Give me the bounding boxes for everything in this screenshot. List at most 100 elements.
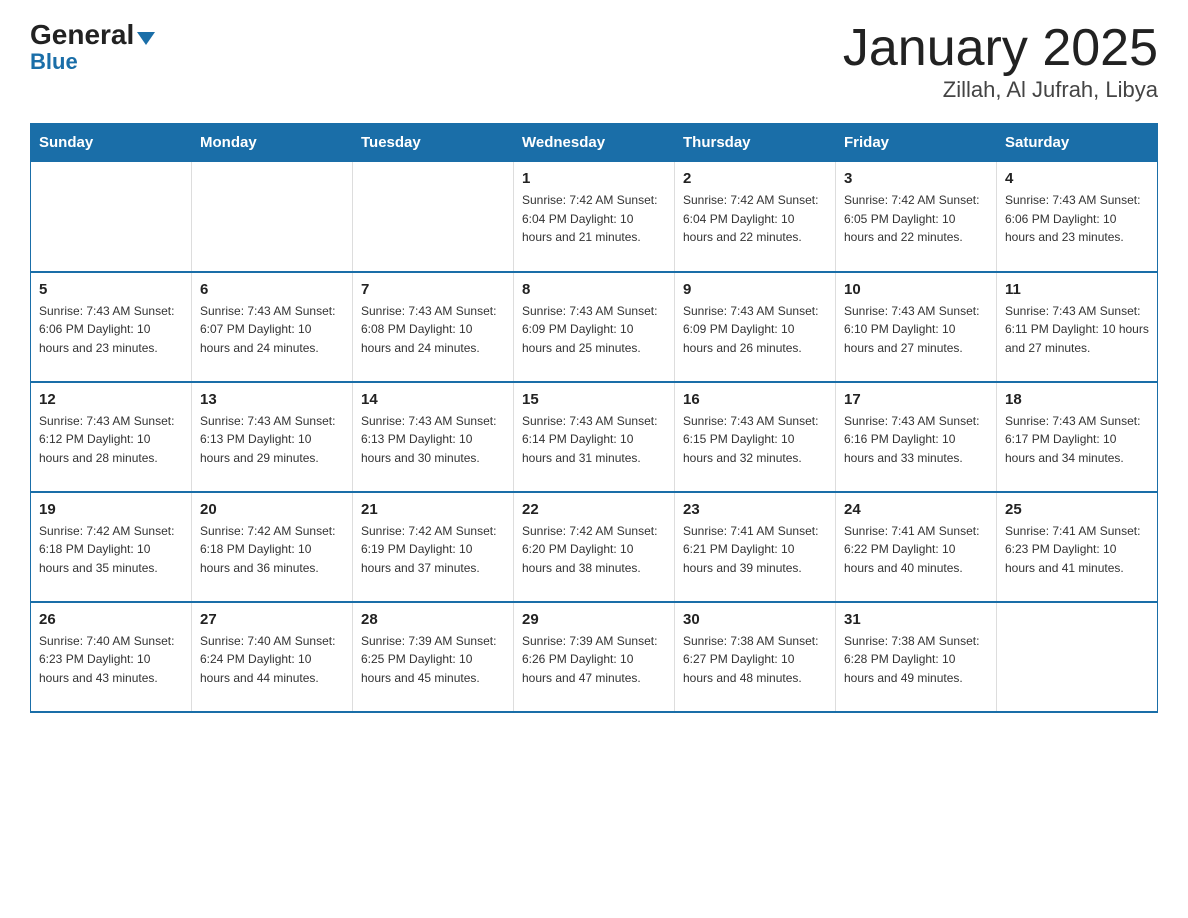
calendar-cell: 25 Sunrise: 7:41 AM Sunset: 6:23 PM Dayli… xyxy=(997,492,1158,602)
day-number: 5 xyxy=(39,281,183,298)
calendar-cell: 23 Sunrise: 7:41 AM Sunset: 6:21 PM Dayli… xyxy=(675,492,836,602)
day-info: Sunrise: 7:43 AM Sunset: 6:06 PM Dayligh… xyxy=(1005,191,1149,247)
day-info: Sunrise: 7:40 AM Sunset: 6:24 PM Dayligh… xyxy=(200,632,344,688)
day-number: 21 xyxy=(361,501,505,518)
day-number: 15 xyxy=(522,391,666,408)
logo-triangle-icon xyxy=(137,32,155,45)
day-info: Sunrise: 7:43 AM Sunset: 6:12 PM Dayligh… xyxy=(39,412,183,468)
day-number: 10 xyxy=(844,281,988,298)
day-info: Sunrise: 7:42 AM Sunset: 6:18 PM Dayligh… xyxy=(39,522,183,578)
day-info: Sunrise: 7:39 AM Sunset: 6:26 PM Dayligh… xyxy=(522,632,666,688)
calendar-cell: 10 Sunrise: 7:43 AM Sunset: 6:10 PM Dayli… xyxy=(836,272,997,382)
calendar-cell: 13Sunrise: 7:43 AM Sunset: 6:13 PM Dayli… xyxy=(192,382,353,492)
day-number: 28 xyxy=(361,611,505,628)
calendar-cell: 7Sunrise: 7:43 AM Sunset: 6:08 PM Daylig… xyxy=(353,272,514,382)
calendar-cell: 18 Sunrise: 7:43 AM Sunset: 6:17 PM Dayli… xyxy=(997,382,1158,492)
header-cell-tuesday: Tuesday xyxy=(353,124,514,162)
day-number: 17 xyxy=(844,391,988,408)
calendar-cell: 27 Sunrise: 7:40 AM Sunset: 6:24 PM Dayli… xyxy=(192,602,353,712)
calendar-cell: 12 Sunrise: 7:43 AM Sunset: 6:12 PM Dayli… xyxy=(31,382,192,492)
calendar-cell: 4 Sunrise: 7:43 AM Sunset: 6:06 PM Daylig… xyxy=(997,162,1158,272)
calendar-cell: 19 Sunrise: 7:42 AM Sunset: 6:18 PM Dayli… xyxy=(31,492,192,602)
calendar-cell: 22Sunrise: 7:42 AM Sunset: 6:20 PM Dayli… xyxy=(514,492,675,602)
day-number: 8 xyxy=(522,281,666,298)
calendar-cell: 30 Sunrise: 7:38 AM Sunset: 6:27 PM Dayli… xyxy=(675,602,836,712)
calendar-cell: 5Sunrise: 7:43 AM Sunset: 6:06 PM Daylig… xyxy=(31,272,192,382)
day-number: 1 xyxy=(522,170,666,187)
calendar-cell: 17Sunrise: 7:43 AM Sunset: 6:16 PM Dayli… xyxy=(836,382,997,492)
day-info: Sunrise: 7:43 AM Sunset: 6:08 PM Dayligh… xyxy=(361,302,505,358)
day-number: 20 xyxy=(200,501,344,518)
calendar-row: 1 Sunrise: 7:42 AM Sunset: 6:04 PM Daylig… xyxy=(31,162,1158,272)
day-info: Sunrise: 7:42 AM Sunset: 6:05 PM Dayligh… xyxy=(844,191,988,247)
header-cell-sunday: Sunday xyxy=(31,124,192,162)
day-number: 26 xyxy=(39,611,183,628)
calendar-cell xyxy=(353,162,514,272)
calendar-cell xyxy=(192,162,353,272)
day-info: Sunrise: 7:43 AM Sunset: 6:09 PM Dayligh… xyxy=(683,302,827,358)
day-number: 30 xyxy=(683,611,827,628)
day-number: 22 xyxy=(522,501,666,518)
calendar-cell: 11 Sunrise: 7:43 AM Sunset: 6:11 PM Dayli… xyxy=(997,272,1158,382)
calendar-cell: 15 Sunrise: 7:43 AM Sunset: 6:14 PM Dayli… xyxy=(514,382,675,492)
day-info: Sunrise: 7:43 AM Sunset: 6:17 PM Dayligh… xyxy=(1005,412,1149,468)
day-info: Sunrise: 7:39 AM Sunset: 6:25 PM Dayligh… xyxy=(361,632,505,688)
title-area: January 2025 Zillah, Al Jufrah, Libya xyxy=(843,20,1158,103)
day-info: Sunrise: 7:43 AM Sunset: 6:07 PM Dayligh… xyxy=(200,302,344,358)
calendar-cell: 8 Sunrise: 7:43 AM Sunset: 6:09 PM Daylig… xyxy=(514,272,675,382)
day-number: 27 xyxy=(200,611,344,628)
day-number: 31 xyxy=(844,611,988,628)
logo-blue-text: Blue xyxy=(30,51,155,73)
logo-general-text: General xyxy=(30,20,155,51)
calendar-row: 5Sunrise: 7:43 AM Sunset: 6:06 PM Daylig… xyxy=(31,272,1158,382)
page-title: January 2025 xyxy=(843,20,1158,77)
header-cell-thursday: Thursday xyxy=(675,124,836,162)
day-info: Sunrise: 7:43 AM Sunset: 6:09 PM Dayligh… xyxy=(522,302,666,358)
day-info: Sunrise: 7:43 AM Sunset: 6:10 PM Dayligh… xyxy=(844,302,988,358)
day-info: Sunrise: 7:41 AM Sunset: 6:23 PM Dayligh… xyxy=(1005,522,1149,578)
day-info: Sunrise: 7:43 AM Sunset: 6:11 PM Dayligh… xyxy=(1005,302,1149,358)
day-number: 4 xyxy=(1005,170,1149,187)
calendar-cell: 3Sunrise: 7:42 AM Sunset: 6:05 PM Daylig… xyxy=(836,162,997,272)
calendar-row: 26 Sunrise: 7:40 AM Sunset: 6:23 PM Dayli… xyxy=(31,602,1158,712)
calendar-cell: 24 Sunrise: 7:41 AM Sunset: 6:22 PM Dayli… xyxy=(836,492,997,602)
day-info: Sunrise: 7:43 AM Sunset: 6:15 PM Dayligh… xyxy=(683,412,827,468)
day-info: Sunrise: 7:41 AM Sunset: 6:22 PM Dayligh… xyxy=(844,522,988,578)
day-number: 9 xyxy=(683,281,827,298)
calendar-header: SundayMondayTuesdayWednesdayThursdayFrid… xyxy=(31,124,1158,162)
day-info: Sunrise: 7:42 AM Sunset: 6:04 PM Dayligh… xyxy=(683,191,827,247)
day-number: 19 xyxy=(39,501,183,518)
page-subtitle: Zillah, Al Jufrah, Libya xyxy=(843,77,1158,103)
day-number: 13 xyxy=(200,391,344,408)
calendar-cell: 26 Sunrise: 7:40 AM Sunset: 6:23 PM Dayli… xyxy=(31,602,192,712)
day-number: 23 xyxy=(683,501,827,518)
day-info: Sunrise: 7:40 AM Sunset: 6:23 PM Dayligh… xyxy=(39,632,183,688)
day-info: Sunrise: 7:38 AM Sunset: 6:28 PM Dayligh… xyxy=(844,632,988,688)
day-info: Sunrise: 7:41 AM Sunset: 6:21 PM Dayligh… xyxy=(683,522,827,578)
day-number: 12 xyxy=(39,391,183,408)
header-cell-saturday: Saturday xyxy=(997,124,1158,162)
calendar-cell: 31 Sunrise: 7:38 AM Sunset: 6:28 PM Dayli… xyxy=(836,602,997,712)
day-number: 18 xyxy=(1005,391,1149,408)
calendar-row: 19 Sunrise: 7:42 AM Sunset: 6:18 PM Dayli… xyxy=(31,492,1158,602)
calendar-body: 1 Sunrise: 7:42 AM Sunset: 6:04 PM Daylig… xyxy=(31,162,1158,712)
day-info: Sunrise: 7:42 AM Sunset: 6:18 PM Dayligh… xyxy=(200,522,344,578)
day-info: Sunrise: 7:38 AM Sunset: 6:27 PM Dayligh… xyxy=(683,632,827,688)
day-number: 6 xyxy=(200,281,344,298)
day-number: 11 xyxy=(1005,281,1149,298)
day-info: Sunrise: 7:43 AM Sunset: 6:14 PM Dayligh… xyxy=(522,412,666,468)
day-number: 14 xyxy=(361,391,505,408)
calendar-cell xyxy=(31,162,192,272)
header-cell-wednesday: Wednesday xyxy=(514,124,675,162)
calendar-cell: 2 Sunrise: 7:42 AM Sunset: 6:04 PM Daylig… xyxy=(675,162,836,272)
day-number: 24 xyxy=(844,501,988,518)
page-header: General Blue January 2025 Zillah, Al Juf… xyxy=(30,20,1158,103)
calendar-row: 12 Sunrise: 7:43 AM Sunset: 6:12 PM Dayli… xyxy=(31,382,1158,492)
day-info: Sunrise: 7:42 AM Sunset: 6:19 PM Dayligh… xyxy=(361,522,505,578)
day-number: 29 xyxy=(522,611,666,628)
day-info: Sunrise: 7:42 AM Sunset: 6:04 PM Dayligh… xyxy=(522,191,666,247)
header-cell-friday: Friday xyxy=(836,124,997,162)
day-number: 2 xyxy=(683,170,827,187)
day-number: 25 xyxy=(1005,501,1149,518)
calendar-table: SundayMondayTuesdayWednesdayThursdayFrid… xyxy=(30,123,1158,713)
